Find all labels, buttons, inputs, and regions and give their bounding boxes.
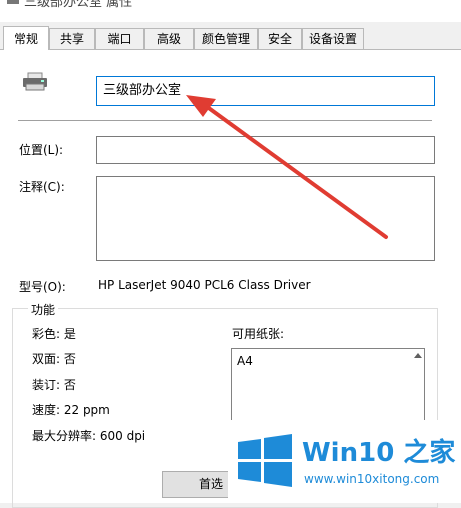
windows-logo-icon bbox=[238, 434, 292, 487]
model-label: 型号(O): bbox=[19, 280, 66, 294]
divider bbox=[18, 120, 432, 121]
comment-textarea[interactable] bbox=[96, 176, 435, 261]
tab-sharing[interactable]: 共享 bbox=[49, 28, 95, 49]
watermark-title: Win10 之家 bbox=[302, 438, 456, 468]
feature-duplex: 双面: 否 bbox=[32, 352, 76, 366]
list-item[interactable]: A4 bbox=[237, 354, 253, 368]
feature-max-resolution: 最大分辨率: 600 dpi bbox=[32, 429, 146, 443]
paper-label: 可用纸张: bbox=[232, 327, 285, 341]
tab-security[interactable]: 安全 bbox=[258, 28, 302, 49]
printer-icon bbox=[23, 72, 47, 91]
watermark-url: www.win10xitong.com bbox=[304, 472, 440, 486]
window-title: 三级部办公室 属性 bbox=[24, 0, 133, 10]
watermark: Win10 之家 www.win10xitong.com bbox=[228, 420, 461, 503]
feature-speed: 速度: 22 ppm bbox=[32, 403, 110, 417]
tab-ports[interactable]: 端口 bbox=[95, 28, 144, 49]
location-label: 位置(L): bbox=[19, 143, 64, 157]
tab-general[interactable]: 常规 bbox=[3, 26, 49, 50]
tab-advanced[interactable]: 高级 bbox=[144, 28, 194, 49]
tab-device-settings[interactable]: 设备设置 bbox=[302, 28, 364, 49]
scroll-up-icon[interactable] bbox=[414, 353, 422, 358]
model-value: HP LaserJet 9040 PCL6 Class Driver bbox=[98, 278, 311, 292]
comment-label: 注释(C): bbox=[19, 180, 65, 194]
features-legend: 功能 bbox=[28, 301, 59, 318]
printer-name-input[interactable]: 三级部办公室 bbox=[96, 76, 435, 106]
feature-color: 彩色: 是 bbox=[32, 327, 76, 341]
feature-staple: 装订: 否 bbox=[32, 378, 76, 392]
title-bar: 三级部办公室 属性 bbox=[0, 0, 461, 22]
location-input[interactable] bbox=[96, 136, 435, 164]
tab-bar: 常规 共享 端口 高级 颜色管理 安全 设备设置 bbox=[0, 26, 461, 50]
tab-color-management[interactable]: 颜色管理 bbox=[194, 28, 258, 49]
printer-small-icon bbox=[7, 0, 19, 4]
